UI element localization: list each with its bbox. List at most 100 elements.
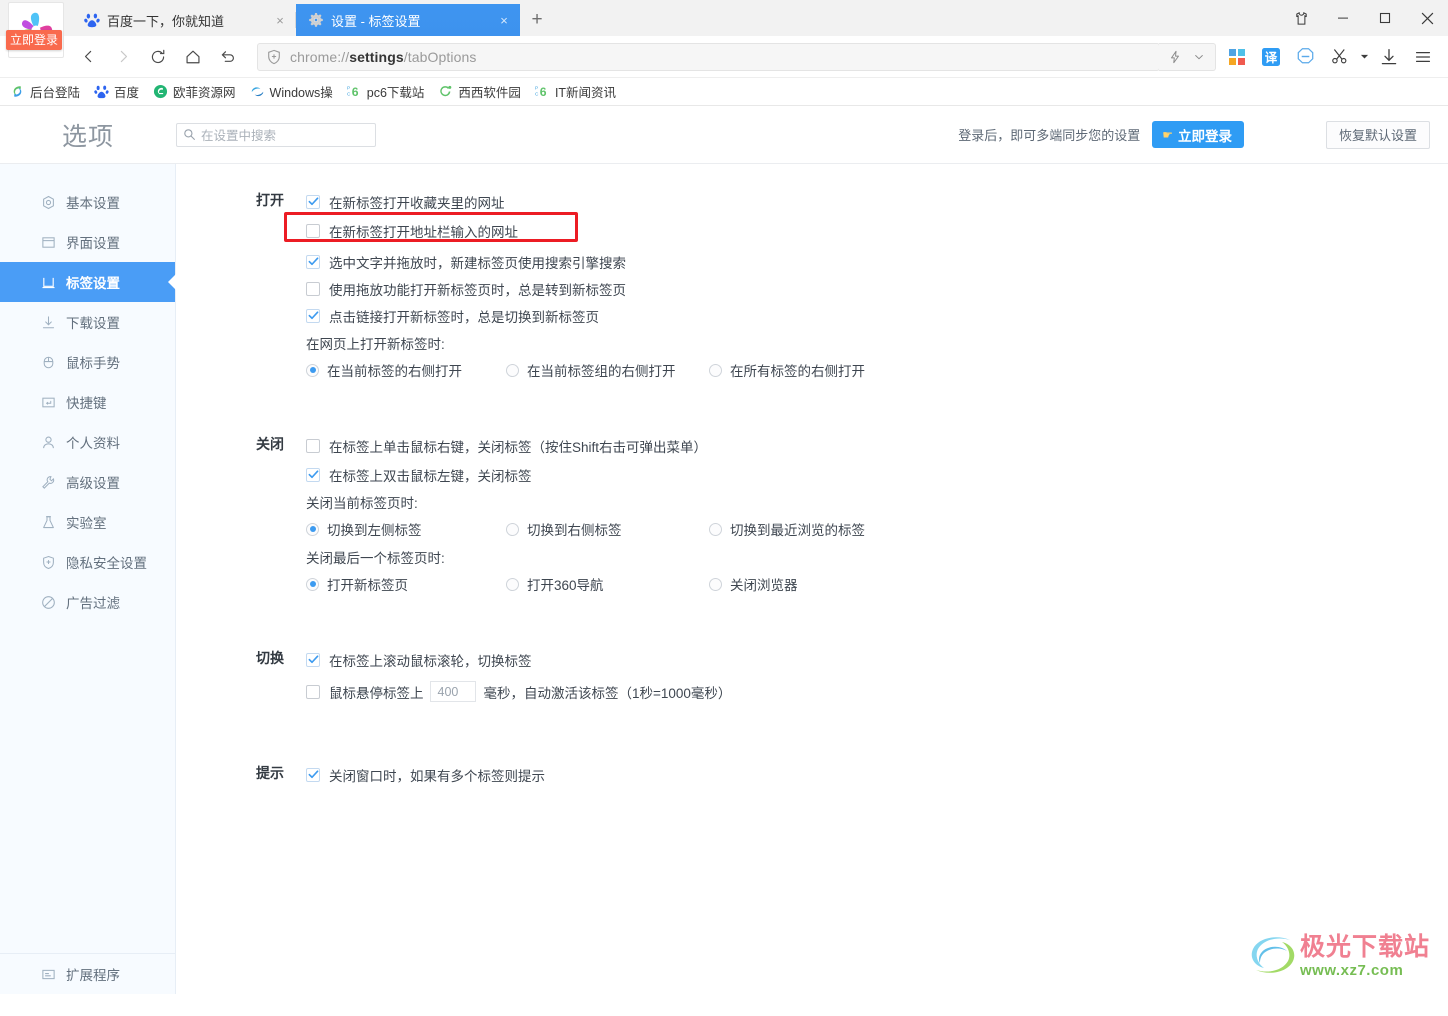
radio-button[interactable] xyxy=(506,522,519,536)
sidebar-item-advanced[interactable]: 高级设置 xyxy=(0,462,175,502)
radio-button[interactable] xyxy=(506,363,519,377)
checkbox-row-open-0[interactable]: 在新标签打开收藏夹里的网址 xyxy=(306,188,1448,215)
radio-option-2[interactable]: 在所有标签的右侧打开 xyxy=(709,360,865,380)
search-input[interactable]: 在设置中搜索 xyxy=(176,122,376,147)
lightning-icon[interactable] xyxy=(1163,44,1187,70)
radio-button[interactable] xyxy=(709,363,722,377)
sidebar-item-mouse-gesture[interactable]: 鼠标手势 xyxy=(0,342,175,382)
checkbox-row-open-2[interactable]: 选中文字并拖放时，新建标签页使用搜索引擎搜索 xyxy=(306,248,1448,275)
checkbox-row-close-1[interactable]: 在标签上双击鼠标左键，关闭标签 xyxy=(306,461,1448,488)
sidebar-item-lab[interactable]: 实验室 xyxy=(0,502,175,542)
radio-button[interactable] xyxy=(506,577,519,591)
checkbox[interactable] xyxy=(306,194,320,209)
hover-delay-input[interactable]: 400 xyxy=(429,681,476,702)
settings-shell: 基本设置 界面设置 标签设置 下载设置 鼠标手势 快捷键 个人资料 高级设置 实… xyxy=(0,164,1448,994)
bookmark-bar: 后台登陆 百度 欧菲资源网 Windows操 P C 6 pc6下载站 西西软件… xyxy=(0,78,1448,106)
bookmark-item-1[interactable]: 百度 xyxy=(94,82,139,101)
checkbox[interactable] xyxy=(306,281,320,296)
sidebar-item-label: 基本设置 xyxy=(66,196,120,211)
sidebar-item-tabs[interactable]: 标签设置 xyxy=(0,262,175,302)
adblock-icon[interactable] xyxy=(1288,40,1322,74)
windows-apps-icon[interactable] xyxy=(1220,40,1254,74)
address-bar[interactable]: chrome://settings/tabOptions xyxy=(257,42,1160,71)
home-icon[interactable] xyxy=(177,41,209,73)
group-title: 提示 xyxy=(256,765,284,781)
login-button[interactable]: ☛ 立即登录 xyxy=(1152,121,1244,148)
sidebar-item-adblock[interactable]: 广告过滤 xyxy=(0,582,175,622)
sidebar-item-download[interactable]: 下载设置 xyxy=(0,302,175,342)
tab-strip: 百度一下，你就知道 × 设置 - 标签设置 × + xyxy=(72,0,554,36)
radio-option-0[interactable]: 打开新标签页 xyxy=(306,574,506,594)
minimize-icon[interactable] xyxy=(1322,0,1364,36)
radio-button[interactable] xyxy=(306,577,319,591)
settings-group-close: 关闭 在标签上单击鼠标右键，关闭标签（按住Shift右击可弹出菜单） 在标签上双… xyxy=(176,432,1448,598)
skin-icon[interactable] xyxy=(1280,0,1322,36)
radio-button[interactable] xyxy=(306,363,319,377)
sidebar-item-extensions[interactable]: 扩展程序 xyxy=(0,954,175,994)
new-tab-button[interactable]: + xyxy=(520,4,554,36)
sidebar-item-label: 鼠标手势 xyxy=(66,356,120,371)
checkbox-label: 在新标签打开收藏夹里的网址 xyxy=(329,195,505,211)
hover-activate-row[interactable]: 鼠标悬停标签上 400 毫秒，自动激活该标签（1秒=1000毫秒） xyxy=(306,677,1448,706)
bookmark-item-6[interactable]: P C 6 IT新闻资讯 xyxy=(535,82,616,101)
checkbox[interactable] xyxy=(306,223,320,238)
reset-defaults-button[interactable]: 恢复默认设置 xyxy=(1325,120,1430,149)
tab-icon xyxy=(40,274,56,290)
bookmark-item-3[interactable]: Windows操 xyxy=(250,82,333,101)
radio-option-0[interactable]: 切换到左侧标签 xyxy=(306,519,506,539)
download-icon[interactable] xyxy=(1372,40,1406,74)
radio-option-1[interactable]: 在当前标签组的右侧打开 xyxy=(506,360,709,380)
tab-close-icon[interactable]: × xyxy=(496,12,512,28)
radio-option-2[interactable]: 关闭浏览器 xyxy=(709,574,798,594)
checkbox[interactable] xyxy=(306,467,320,482)
maximize-icon[interactable] xyxy=(1364,0,1406,36)
translate-icon[interactable]: 译 xyxy=(1254,40,1288,74)
checkbox-row-open-4[interactable]: 点击链接打开新标签时，总是切换到新标签页 xyxy=(306,302,1448,329)
forward-icon[interactable] xyxy=(107,41,139,73)
bookmark-item-0[interactable]: 后台登陆 xyxy=(10,82,80,101)
checkbox[interactable] xyxy=(306,684,320,699)
bookmark-item-5[interactable]: 西西软件园 xyxy=(438,82,521,101)
checkbox-row-open-1[interactable]: 在新标签打开地址栏输入的网址 xyxy=(284,212,1448,244)
checkbox[interactable] xyxy=(306,438,320,453)
sidebar-item-basic[interactable]: 基本设置 xyxy=(0,182,175,222)
sidebar-item-profile[interactable]: 个人资料 xyxy=(0,422,175,462)
settings-header-right: 登录后，即可多端同步您的设置 ☛ 立即登录 恢复默认设置 xyxy=(958,120,1448,149)
undo-icon[interactable] xyxy=(212,41,244,73)
checkbox[interactable] xyxy=(306,308,320,323)
checkbox-row-prompt-0[interactable]: 关闭窗口时，如果有多个标签则提示 xyxy=(306,761,1448,788)
radio-option-1[interactable]: 切换到右侧标签 xyxy=(506,519,709,539)
reload-icon[interactable] xyxy=(142,41,174,73)
checkbox-row-open-3[interactable]: 使用拖放功能打开新标签页时，总是转到新标签页 xyxy=(306,275,1448,302)
radio-button[interactable] xyxy=(306,522,319,536)
chevron-down-icon[interactable] xyxy=(1187,44,1211,70)
sidebar-item-shortcuts[interactable]: 快捷键 xyxy=(0,382,175,422)
bookmark-item-4[interactable]: P C 6 pc6下载站 xyxy=(347,82,425,101)
radio-button[interactable] xyxy=(709,522,722,536)
radio-button[interactable] xyxy=(709,577,722,591)
check-icon xyxy=(308,257,318,266)
login-now-badge[interactable]: 立即登录 xyxy=(6,30,63,50)
checkbox-row-switch-0[interactable]: 在标签上滚动鼠标滚轮，切换标签 xyxy=(306,646,1448,673)
browser-tab-1[interactable]: 设置 - 标签设置 × xyxy=(296,4,520,36)
radio-option-0[interactable]: 在当前标签的右侧打开 xyxy=(306,360,506,380)
tab-close-icon[interactable]: × xyxy=(272,12,288,28)
ban-icon xyxy=(40,594,56,610)
radio-option-1[interactable]: 打开360导航 xyxy=(506,574,709,594)
bookmark-item-2[interactable]: 欧菲资源网 xyxy=(153,82,236,101)
sidebar-item-interface[interactable]: 界面设置 xyxy=(0,222,175,262)
back-icon[interactable] xyxy=(72,41,104,73)
browser-tab-0[interactable]: 百度一下，你就知道 × xyxy=(72,4,296,36)
scissors-dropdown-icon[interactable] xyxy=(1356,40,1372,74)
sidebar-item-privacy[interactable]: 隐私安全设置 xyxy=(0,542,175,582)
checkbox[interactable] xyxy=(306,767,320,782)
checkbox[interactable] xyxy=(306,652,320,667)
checkbox-row-close-0[interactable]: 在标签上单击鼠标右键，关闭标签（按住Shift右击可弹出菜单） xyxy=(306,432,1448,459)
close-icon[interactable] xyxy=(1406,0,1448,36)
login-button-label: 立即登录 xyxy=(1177,128,1232,144)
screenshot-scissors-icon[interactable] xyxy=(1322,40,1356,74)
checkbox[interactable] xyxy=(306,254,320,269)
radio-option-2[interactable]: 切换到最近浏览的标签 xyxy=(709,519,865,539)
group-body: 在标签上滚动鼠标滚轮，切换标签 鼠标悬停标签上 400 毫秒，自动激活该标签（1… xyxy=(306,646,1448,706)
menu-icon[interactable] xyxy=(1406,40,1440,74)
